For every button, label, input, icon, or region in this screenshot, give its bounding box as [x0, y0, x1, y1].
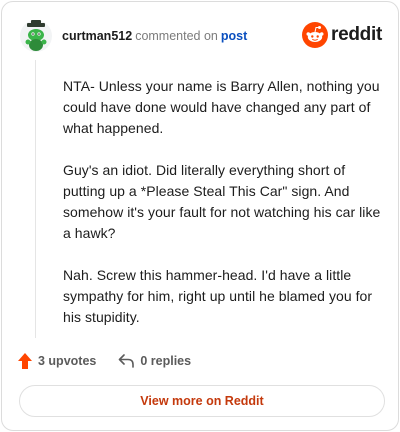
upvote-arrow-icon — [18, 353, 32, 369]
post-link[interactable]: post — [221, 29, 247, 43]
thread-line — [35, 60, 36, 338]
comment-header: curtman512 commented on post reddit — [18, 16, 382, 56]
comment-paragraph: Guy's an idiot. Did literally everything… — [63, 162, 381, 241]
comment-body: NTA- Unless your name is Barry Allen, no… — [63, 76, 381, 349]
embedded-comment-card: curtman512 commented on post reddit NTA- U… — [1, 1, 399, 431]
comment-actions: 3 upvotes 0 replies — [18, 350, 191, 372]
reddit-logo[interactable]: reddit — [302, 21, 382, 49]
comment-paragraph: Nah. Screw this hammer-head. I'd have a … — [63, 267, 373, 325]
snoo-avatar-icon[interactable] — [18, 18, 54, 54]
upvote-count: 3 upvotes — [38, 354, 97, 368]
comment-byline: curtman512 commented on post — [62, 28, 247, 44]
reddit-wordmark: reddit — [331, 24, 382, 45]
reddit-logo-icon — [302, 22, 329, 48]
comment-paragraph: NTA- Unless your name is Barry Allen, no… — [63, 78, 380, 136]
comment-action-text: commented on — [135, 29, 218, 43]
author-username[interactable]: curtman512 — [62, 29, 132, 43]
upvote-button[interactable]: 3 upvotes — [18, 353, 96, 369]
reply-count: 0 replies — [140, 354, 192, 368]
replies-button[interactable]: 0 replies — [118, 354, 191, 368]
reply-arrow-icon — [119, 354, 135, 368]
view-more-button[interactable]: View more on Reddit — [19, 385, 385, 417]
